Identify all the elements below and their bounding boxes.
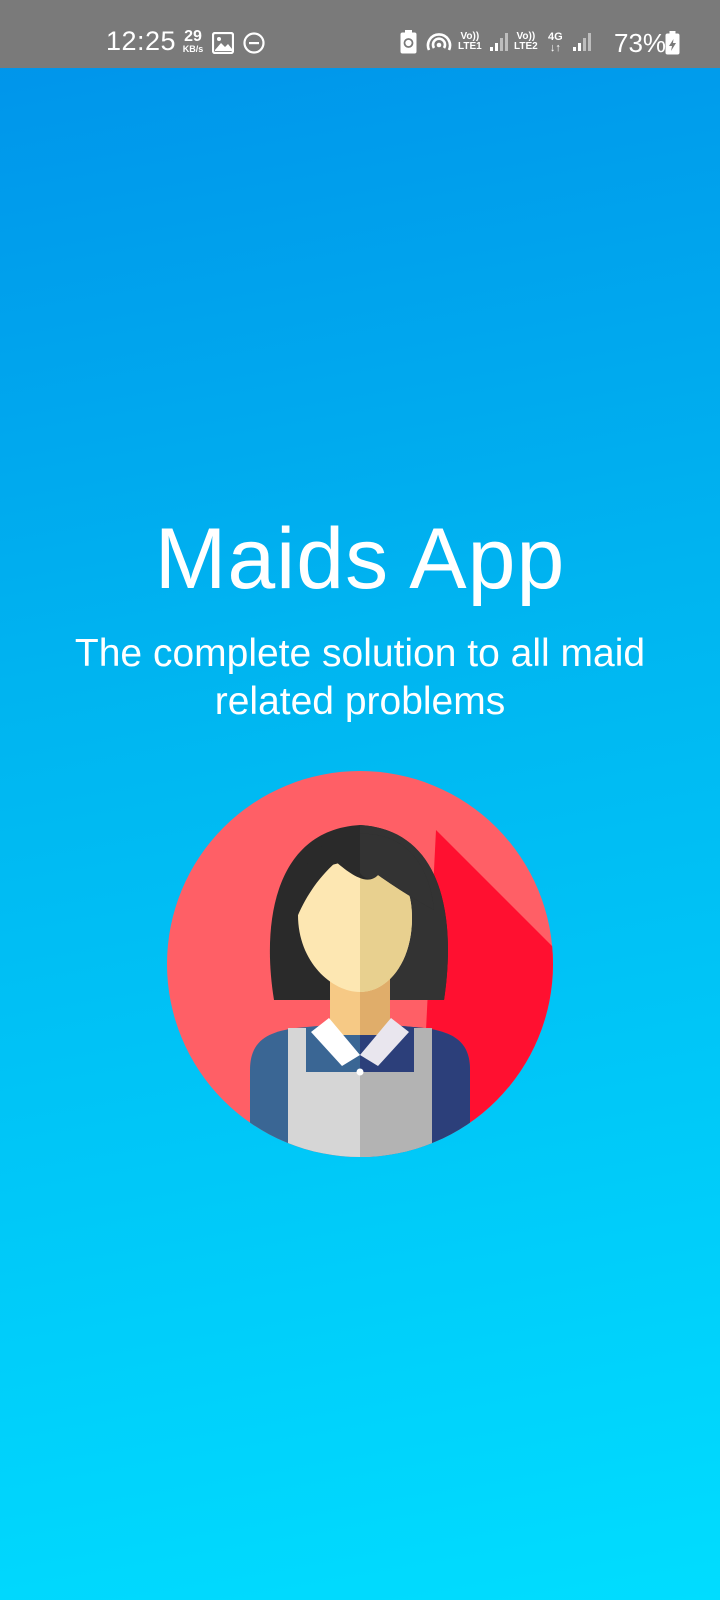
hotspot-icon bbox=[426, 33, 452, 51]
status-bar: 12:25 29 KB/s Vo)) LTE1 Vo)) LTE2 4G ↓↑ … bbox=[0, 0, 720, 68]
image-icon bbox=[212, 32, 234, 54]
app-title: Maids App bbox=[154, 511, 566, 607]
signal-icon bbox=[490, 33, 508, 51]
collar-button bbox=[356, 1068, 364, 1076]
network-type: 4G ↓↑ bbox=[548, 32, 563, 54]
sim1-network: Vo)) LTE1 bbox=[458, 32, 482, 52]
network-speed-value: 29 bbox=[184, 28, 202, 45]
battery-saver-icon bbox=[400, 30, 417, 54]
network-speed: 29 KB/s bbox=[180, 29, 206, 54]
signal-icon bbox=[573, 33, 591, 51]
battery-percentage: 73% bbox=[614, 28, 667, 58]
battery-icon bbox=[665, 31, 680, 55]
sim2-network: Vo)) LTE2 bbox=[514, 32, 538, 52]
data-arrows-icon: ↓↑ bbox=[549, 42, 561, 54]
network-speed-unit: KB/s bbox=[182, 44, 204, 54]
do-not-disturb-icon bbox=[243, 32, 265, 54]
sim1-label: LTE1 bbox=[458, 41, 482, 52]
app-tagline: The complete solution to all maid relate… bbox=[74, 632, 646, 723]
maid-avatar-illustration bbox=[167, 771, 553, 1157]
sim2-label: LTE2 bbox=[514, 41, 538, 52]
status-time: 12:25 bbox=[106, 26, 177, 56]
